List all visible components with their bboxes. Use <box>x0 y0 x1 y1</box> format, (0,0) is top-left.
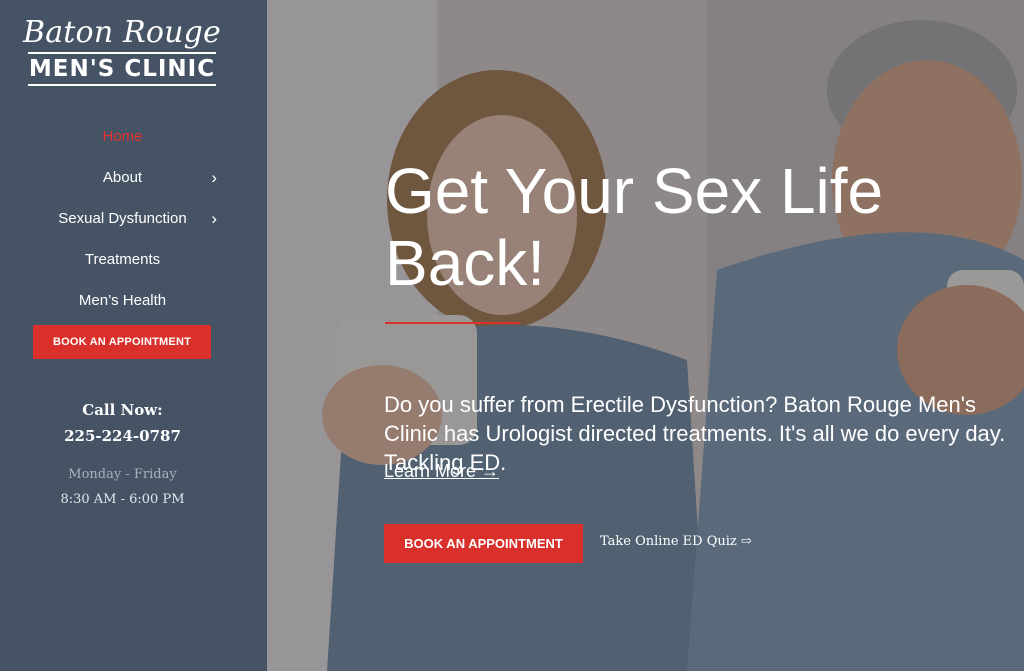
hero-title: Get Your Sex Life Back! <box>385 154 884 299</box>
sidebar-book-appointment-button[interactable]: BOOK AN APPOINTMENT <box>33 325 211 359</box>
office-hours: 8:30 AM - 6:00 PM <box>60 492 185 507</box>
logo-line-2: MEN'S CLINIC <box>28 56 216 82</box>
nav-item-label: Home <box>102 128 143 145</box>
hero-book-appointment-button[interactable]: BOOK AN APPOINTMENT <box>384 524 583 563</box>
chevron-right-icon[interactable]: › <box>211 161 217 195</box>
nav-item-about[interactable]: About › <box>0 161 245 202</box>
sidebar: Baton Rouge MEN'S CLINIC Home About › Se… <box>0 0 267 671</box>
logo-rule <box>28 52 216 54</box>
nav-item-label: Sexual Dysfunction <box>58 210 187 227</box>
chevron-right-icon[interactable]: › <box>211 202 217 236</box>
phone-number[interactable]: 225-224-0787 <box>0 427 245 445</box>
office-days: Monday - Friday <box>68 467 177 482</box>
nav-item-home[interactable]: Home <box>0 120 245 161</box>
nav-item-label: Treatments <box>84 251 161 268</box>
logo-line-1: Baton Rouge <box>22 15 222 50</box>
nav-item-label: About <box>102 169 143 186</box>
call-now-label: Call Now: <box>82 401 163 419</box>
learn-more-link[interactable]: Learn More → <box>384 461 499 482</box>
nav-item-sexual-dysfunction[interactable]: Sexual Dysfunction › <box>0 202 245 243</box>
take-ed-quiz-link[interactable]: Take Online ED Quiz ⇨ <box>600 534 752 549</box>
nav-item-mens-health[interactable]: Men’s Health <box>0 284 245 325</box>
site-logo[interactable]: Baton Rouge MEN'S CLINIC <box>22 16 222 88</box>
nav-item-treatments[interactable]: Treatments <box>0 243 245 284</box>
hero-overlay <box>267 0 1024 671</box>
logo-rule <box>28 84 216 86</box>
hero-section: Get Your Sex Life Back! Do you suffer fr… <box>267 0 1024 671</box>
main-nav: Home About › Sexual Dysfunction › Treatm… <box>0 120 245 325</box>
hero-divider <box>385 322 520 324</box>
nav-item-label: Men’s Health <box>78 292 167 309</box>
contact-info: Call Now: 225-224-0787 Monday - Friday 8… <box>0 401 245 507</box>
